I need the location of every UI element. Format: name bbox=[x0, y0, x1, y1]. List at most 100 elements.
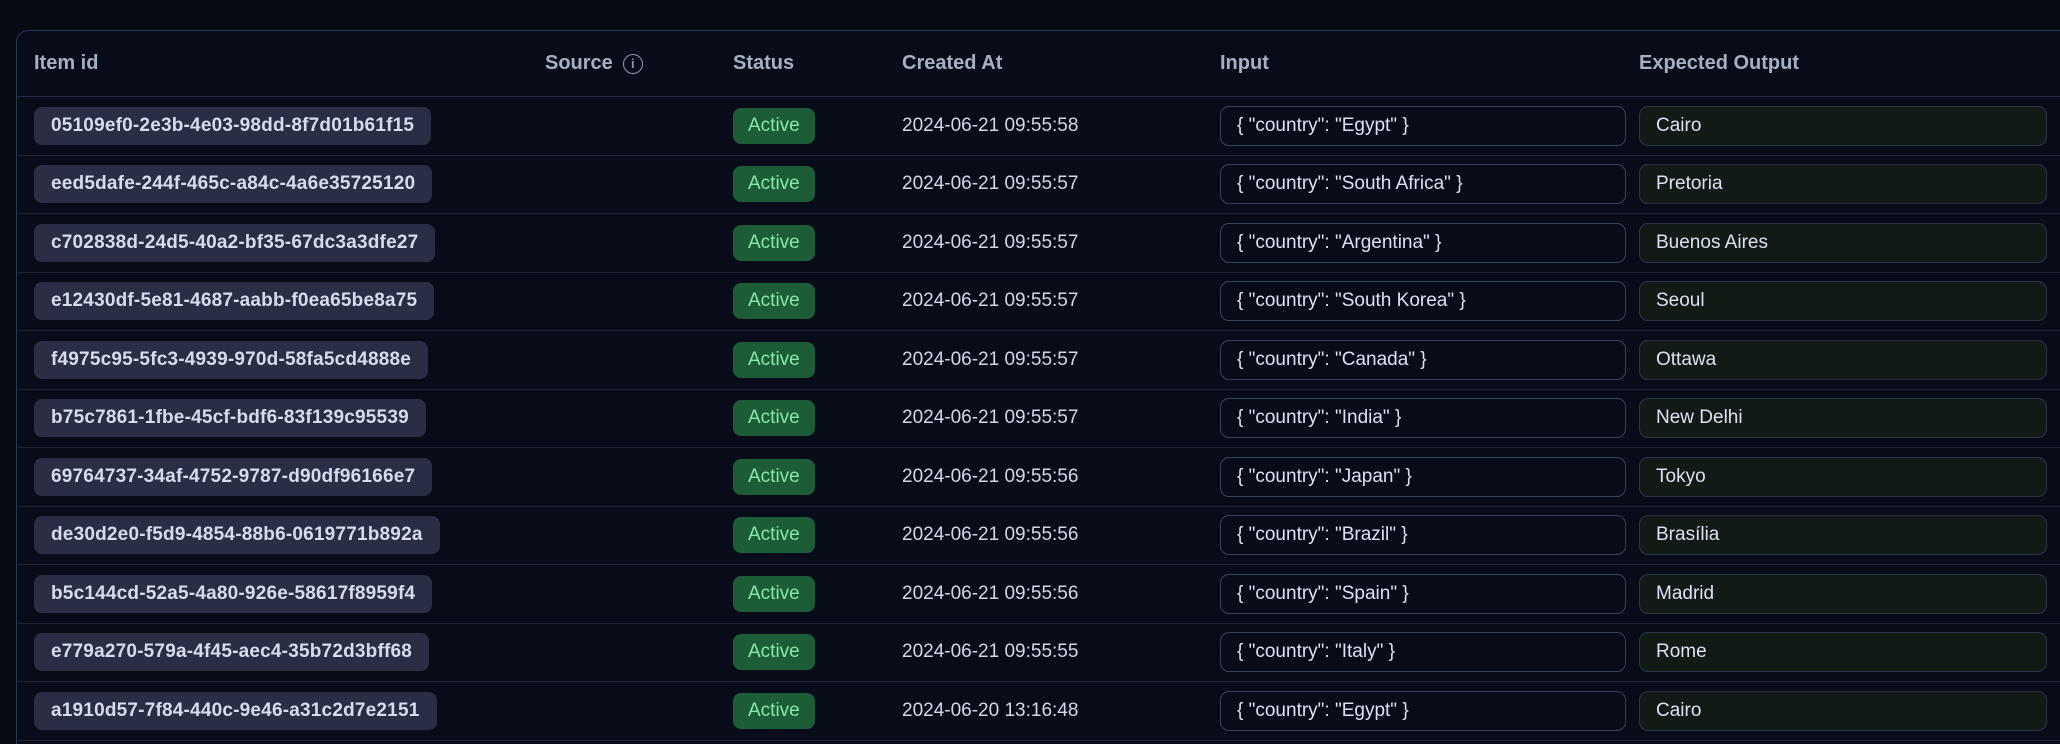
table-row: b75c7861-1fbe-45cf-bdf6-83f139c95539 Act… bbox=[17, 390, 2060, 449]
item-id-badge[interactable]: de30d2e0-f5d9-4854-88b6-0619771b892a bbox=[34, 516, 440, 554]
column-header-expected-output: Expected Output bbox=[1622, 52, 2060, 75]
expected-output-cell: Pretoria bbox=[1622, 164, 2060, 204]
input-value-box[interactable]: { "country": "South Korea" } bbox=[1220, 281, 1626, 321]
item-id-badge[interactable]: eed5dafe-244f-465c-a84c-4a6e35725120 bbox=[34, 165, 432, 203]
created-at-value: 2024-06-21 09:55:57 bbox=[902, 290, 1078, 311]
input-cell: { "country": "Argentina" } bbox=[1203, 223, 1622, 263]
column-header-item-id-label: Item id bbox=[34, 52, 98, 75]
item-id-cell: b75c7861-1fbe-45cf-bdf6-83f139c95539 bbox=[17, 399, 528, 437]
column-header-source: Source i bbox=[528, 52, 716, 75]
item-id-cell: de30d2e0-f5d9-4854-88b6-0619771b892a bbox=[17, 516, 528, 554]
column-header-source-label: Source bbox=[545, 52, 613, 75]
table-row: e779a270-579a-4f45-aec4-35b72d3bff68 Act… bbox=[17, 624, 2060, 683]
column-header-input-label: Input bbox=[1220, 52, 1269, 75]
input-value-box[interactable]: { "country": "Argentina" } bbox=[1220, 223, 1626, 263]
expected-output-box[interactable]: Madrid bbox=[1639, 574, 2047, 614]
table-row: f4975c95-5fc3-4939-970d-58fa5cd4888e Act… bbox=[17, 331, 2060, 390]
item-id-badge[interactable]: b5c144cd-52a5-4a80-926e-58617f8959f4 bbox=[34, 575, 432, 613]
created-at-cell: 2024-06-21 09:55:56 bbox=[885, 524, 1203, 546]
item-id-cell: 69764737-34af-4752-9787-d90df96166e7 bbox=[17, 458, 528, 496]
created-at-cell: 2024-06-21 09:55:55 bbox=[885, 641, 1203, 663]
input-cell: { "country": "Brazil" } bbox=[1203, 515, 1622, 555]
status-badge: Active bbox=[733, 283, 815, 319]
expected-output-box[interactable]: Buenos Aires bbox=[1639, 223, 2047, 263]
created-at-cell: 2024-06-21 09:55:57 bbox=[885, 232, 1203, 254]
expected-output-box[interactable]: Ottawa bbox=[1639, 340, 2047, 380]
input-value-box[interactable]: { "country": "Egypt" } bbox=[1220, 691, 1626, 731]
column-header-status-label: Status bbox=[733, 52, 794, 75]
status-cell: Active bbox=[716, 342, 885, 378]
expected-output-cell: Buenos Aires bbox=[1622, 223, 2060, 263]
input-cell: { "country": "India" } bbox=[1203, 398, 1622, 438]
item-id-badge[interactable]: c702838d-24d5-40a2-bf35-67dc3a3dfe27 bbox=[34, 224, 435, 262]
item-id-badge[interactable]: 05109ef0-2e3b-4e03-98dd-8f7d01b61f15 bbox=[34, 107, 431, 145]
item-id-badge[interactable]: e12430df-5e81-4687-aabb-f0ea65be8a75 bbox=[34, 282, 434, 320]
expected-output-cell: Cairo bbox=[1622, 106, 2060, 146]
input-cell: { "country": "Egypt" } bbox=[1203, 106, 1622, 146]
input-cell: { "country": "Egypt" } bbox=[1203, 691, 1622, 731]
expected-output-cell: Seoul bbox=[1622, 281, 2060, 321]
created-at-value: 2024-06-21 09:55:56 bbox=[902, 466, 1078, 487]
status-cell: Active bbox=[716, 693, 885, 729]
table-row: eed5dafe-244f-465c-a84c-4a6e35725120 Act… bbox=[17, 156, 2060, 215]
input-cell: { "country": "Spain" } bbox=[1203, 574, 1622, 614]
expected-output-box[interactable]: Cairo bbox=[1639, 106, 2047, 146]
table-row: 69764737-34af-4752-9787-d90df96166e7 Act… bbox=[17, 448, 2060, 507]
created-at-cell: 2024-06-21 09:55:56 bbox=[885, 583, 1203, 605]
item-id-badge[interactable]: f4975c95-5fc3-4939-970d-58fa5cd4888e bbox=[34, 341, 428, 379]
column-header-created-at: Created At bbox=[885, 52, 1203, 75]
expected-output-box[interactable]: Tokyo bbox=[1639, 457, 2047, 497]
expected-output-box[interactable]: Rome bbox=[1639, 632, 2047, 672]
item-id-cell: e12430df-5e81-4687-aabb-f0ea65be8a75 bbox=[17, 282, 528, 320]
created-at-value: 2024-06-21 09:55:57 bbox=[902, 407, 1078, 428]
input-value-box[interactable]: { "country": "India" } bbox=[1220, 398, 1626, 438]
column-header-created-at-label: Created At bbox=[902, 52, 1002, 75]
input-cell: { "country": "Japan" } bbox=[1203, 457, 1622, 497]
expected-output-cell: New Delhi bbox=[1622, 398, 2060, 438]
table-body: 05109ef0-2e3b-4e03-98dd-8f7d01b61f15 Act… bbox=[17, 97, 2060, 741]
input-cell: { "country": "Canada" } bbox=[1203, 340, 1622, 380]
status-cell: Active bbox=[716, 576, 885, 612]
item-id-badge[interactable]: a1910d57-7f84-440c-9e46-a31c2d7e2151 bbox=[34, 692, 437, 730]
item-id-badge[interactable]: 69764737-34af-4752-9787-d90df96166e7 bbox=[34, 458, 432, 496]
expected-output-box[interactable]: New Delhi bbox=[1639, 398, 2047, 438]
item-id-cell: b5c144cd-52a5-4a80-926e-58617f8959f4 bbox=[17, 575, 528, 613]
input-value-box[interactable]: { "country": "Italy" } bbox=[1220, 632, 1626, 672]
table-row: a1910d57-7f84-440c-9e46-a31c2d7e2151 Act… bbox=[17, 682, 2060, 741]
status-badge: Active bbox=[733, 693, 815, 729]
status-cell: Active bbox=[716, 108, 885, 144]
created-at-value: 2024-06-21 09:55:58 bbox=[902, 115, 1078, 136]
status-cell: Active bbox=[716, 400, 885, 436]
input-value-box[interactable]: { "country": "Brazil" } bbox=[1220, 515, 1626, 555]
created-at-cell: 2024-06-21 09:55:57 bbox=[885, 349, 1203, 371]
info-icon[interactable]: i bbox=[623, 54, 643, 74]
input-cell: { "country": "Italy" } bbox=[1203, 632, 1622, 672]
item-id-badge[interactable]: e779a270-579a-4f45-aec4-35b72d3bff68 bbox=[34, 633, 429, 671]
status-badge: Active bbox=[733, 576, 815, 612]
expected-output-cell: Rome bbox=[1622, 632, 2060, 672]
expected-output-box[interactable]: Seoul bbox=[1639, 281, 2047, 321]
input-value-box[interactable]: { "country": "Spain" } bbox=[1220, 574, 1626, 614]
input-value-box[interactable]: { "country": "Canada" } bbox=[1220, 340, 1626, 380]
table-row: de30d2e0-f5d9-4854-88b6-0619771b892a Act… bbox=[17, 507, 2060, 566]
item-id-cell: eed5dafe-244f-465c-a84c-4a6e35725120 bbox=[17, 165, 528, 203]
input-value-box[interactable]: { "country": "South Africa" } bbox=[1220, 164, 1626, 204]
table-row: e12430df-5e81-4687-aabb-f0ea65be8a75 Act… bbox=[17, 273, 2060, 332]
status-badge: Active bbox=[733, 400, 815, 436]
item-id-cell: e779a270-579a-4f45-aec4-35b72d3bff68 bbox=[17, 633, 528, 671]
status-badge: Active bbox=[733, 225, 815, 261]
expected-output-box[interactable]: Cairo bbox=[1639, 691, 2047, 731]
table-header-row: Item id Source i Status Created At Input… bbox=[17, 31, 2060, 97]
expected-output-box[interactable]: Brasília bbox=[1639, 515, 2047, 555]
column-header-input: Input bbox=[1203, 52, 1622, 75]
status-cell: Active bbox=[716, 283, 885, 319]
item-id-cell: a1910d57-7f84-440c-9e46-a31c2d7e2151 bbox=[17, 692, 528, 730]
status-cell: Active bbox=[716, 225, 885, 261]
input-value-box[interactable]: { "country": "Japan" } bbox=[1220, 457, 1626, 497]
input-value-box[interactable]: { "country": "Egypt" } bbox=[1220, 106, 1626, 146]
status-cell: Active bbox=[716, 517, 885, 553]
status-badge: Active bbox=[733, 634, 815, 670]
expected-output-box[interactable]: Pretoria bbox=[1639, 164, 2047, 204]
created-at-value: 2024-06-20 13:16:48 bbox=[902, 700, 1078, 721]
item-id-badge[interactable]: b75c7861-1fbe-45cf-bdf6-83f139c95539 bbox=[34, 399, 426, 437]
